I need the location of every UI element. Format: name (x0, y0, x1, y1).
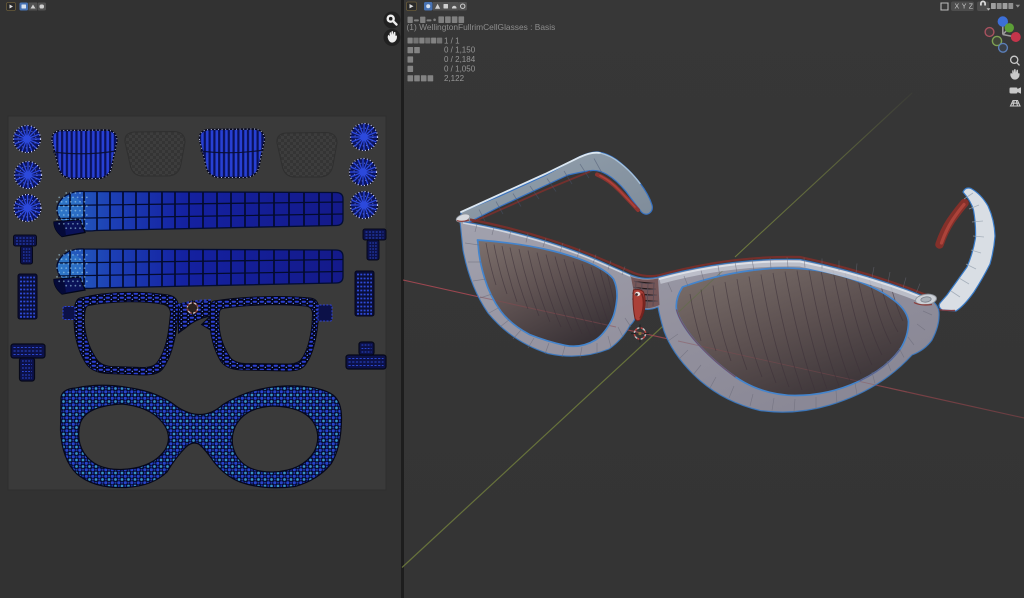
svg-text:Y: Y (962, 4, 967, 11)
svg-text:0 / 1,050: 0 / 1,050 (444, 65, 476, 74)
svg-text:Z: Z (969, 4, 974, 11)
svg-text:0 / 1,150: 0 / 1,150 (444, 46, 476, 55)
svg-text:0 / 2,184: 0 / 2,184 (444, 55, 476, 64)
svg-text:1 / 1: 1 / 1 (444, 36, 460, 45)
svg-text:X: X (955, 4, 960, 11)
svg-text:(1) WellingtonFullrimCellGlass: (1) WellingtonFullrimCellGlasses : Basis (407, 22, 556, 32)
svg-text:2,122: 2,122 (444, 74, 465, 83)
